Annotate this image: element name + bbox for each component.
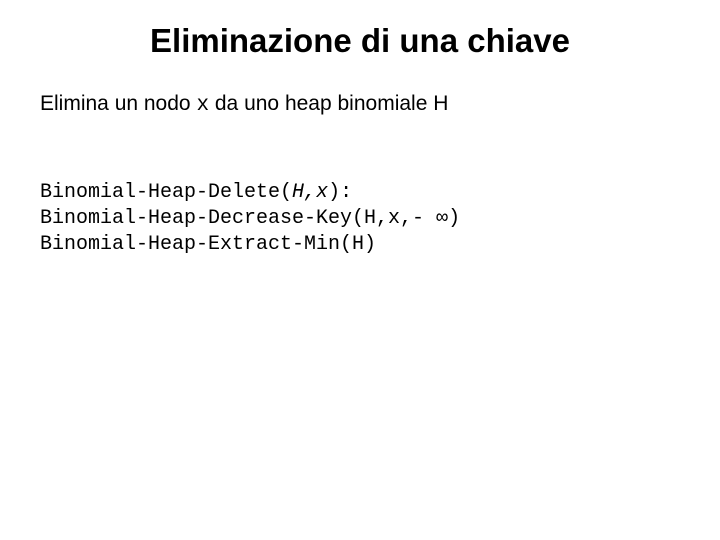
code-line-1c: ): bbox=[328, 181, 352, 204]
code-line-1b: H,x bbox=[292, 181, 328, 204]
descr-text-pre: Elimina un nodo bbox=[40, 92, 196, 115]
slide-title: Eliminazione di una chiave bbox=[0, 22, 720, 60]
code-line-2: Binomial-Heap-Decrease-Key(H,x,- ∞) bbox=[40, 207, 460, 230]
descr-text-post: da uno heap binomiale H bbox=[209, 92, 448, 115]
code-block: Binomial-Heap-Delete(H,x): Binomial-Heap… bbox=[40, 180, 460, 258]
slide-description: Elimina un nodo x da uno heap binomiale … bbox=[40, 92, 448, 117]
descr-var-x: x bbox=[196, 94, 209, 117]
slide: Eliminazione di una chiave Elimina un no… bbox=[0, 0, 720, 540]
code-line-1a: Binomial-Heap-Delete( bbox=[40, 181, 292, 204]
code-line-3: Binomial-Heap-Extract-Min(H) bbox=[40, 233, 376, 256]
